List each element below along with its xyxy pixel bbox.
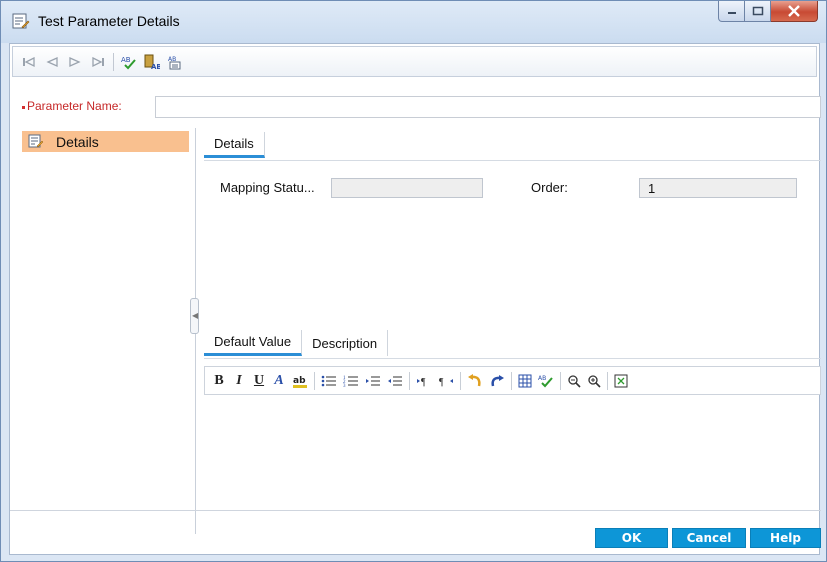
clear-formatting-icon[interactable] [614, 372, 628, 390]
svg-text:¶: ¶ [421, 377, 426, 388]
left-to-right-icon[interactable]: ¶ [416, 372, 432, 390]
outdent-icon[interactable] [387, 372, 403, 390]
svg-text:AB: AB [121, 56, 131, 64]
next-record-icon[interactable] [66, 53, 84, 71]
details-tab-strip: Details [204, 132, 265, 158]
order-field[interactable]: 1 [639, 178, 797, 198]
mapping-status-field[interactable] [331, 178, 483, 198]
right-to-left-icon[interactable]: ¶ [438, 372, 454, 390]
tab-default-value[interactable]: Default Value [204, 330, 303, 356]
first-record-icon[interactable] [20, 53, 38, 71]
thesaurus-icon[interactable]: AB [143, 53, 161, 71]
redo-icon[interactable] [489, 372, 505, 390]
dialog-body: AB AB AB Parameter Name: Details ◀ Detai… [9, 43, 821, 555]
parameter-name-row: Parameter Name: [10, 96, 821, 118]
toolbar-separator [560, 371, 561, 390]
parameter-name-label: Parameter Name: [27, 99, 122, 113]
title-bar: Test Parameter Details [1, 1, 826, 43]
zoom-out-icon[interactable] [567, 372, 581, 390]
collapse-arrow-icon: ◀ [192, 311, 199, 320]
toolbar-separator [511, 371, 512, 390]
bulleted-list-icon[interactable] [321, 372, 337, 390]
undo-icon[interactable] [467, 372, 483, 390]
previous-record-icon[interactable] [43, 53, 61, 71]
tab-description[interactable]: Description [302, 330, 389, 356]
svg-text:3: 3 [343, 384, 346, 388]
font-button[interactable]: A [272, 372, 286, 390]
sidebar: Details [10, 128, 194, 508]
zoom-in-icon[interactable] [587, 372, 601, 390]
toolbar-separator [314, 371, 315, 390]
last-record-icon[interactable] [89, 53, 107, 71]
close-icon [788, 5, 800, 17]
details-icon [12, 13, 30, 29]
record-toolbar: AB AB AB [12, 46, 817, 77]
svg-text:¶: ¶ [439, 377, 444, 388]
highlight-icon[interactable]: ab [292, 372, 308, 390]
dialog-window: Test Parameter Details AB AB AB Paramete… [0, 0, 827, 562]
bold-button[interactable]: B [212, 372, 226, 390]
sidebar-item-label: Details [56, 133, 99, 150]
toolbar-separator [460, 371, 461, 390]
window-title: Test Parameter Details [38, 13, 180, 29]
close-button[interactable] [771, 1, 818, 22]
help-button[interactable]: Help [750, 528, 821, 548]
toolbar-separator [607, 371, 608, 390]
svg-text:AB: AB [538, 375, 546, 382]
svg-text:AB: AB [151, 63, 160, 70]
ok-button[interactable]: OK [595, 528, 668, 548]
footer-divider [10, 510, 821, 511]
minimize-button[interactable] [718, 1, 745, 22]
maximize-button[interactable] [745, 1, 771, 22]
tab-underline [204, 358, 821, 359]
spell-check-icon[interactable]: AB [120, 53, 138, 71]
tab-details[interactable]: Details [204, 132, 265, 158]
tab-underline [204, 160, 821, 161]
toolbar-separator [113, 52, 114, 71]
minimize-icon [727, 12, 736, 14]
rich-text-toolbar: B I U A ab 123 ¶ ¶ AB [204, 366, 821, 395]
numbered-list-icon[interactable]: 123 [343, 372, 359, 390]
spelling-options-icon[interactable]: AB [166, 53, 184, 71]
details-icon [28, 134, 44, 148]
table-icon[interactable] [518, 372, 532, 390]
sidebar-item-details[interactable]: Details [22, 131, 189, 152]
value-tab-strip: Default Value Description [204, 330, 389, 356]
cancel-button[interactable]: Cancel [672, 528, 746, 548]
indent-icon[interactable] [365, 372, 381, 390]
maximize-icon [752, 6, 763, 16]
svg-text:ab: ab [293, 376, 306, 386]
italic-button[interactable]: I [232, 372, 246, 390]
required-indicator [22, 106, 25, 109]
order-label: Order: [531, 180, 568, 195]
splitter-handle[interactable]: ◀ [190, 298, 199, 334]
underline-button[interactable]: U [252, 372, 266, 390]
toolbar-separator [409, 371, 410, 390]
spell-check-icon[interactable]: AB [538, 372, 554, 390]
mapping-status-label: Mapping Statu... [220, 180, 315, 195]
parameter-name-input[interactable] [155, 96, 821, 118]
